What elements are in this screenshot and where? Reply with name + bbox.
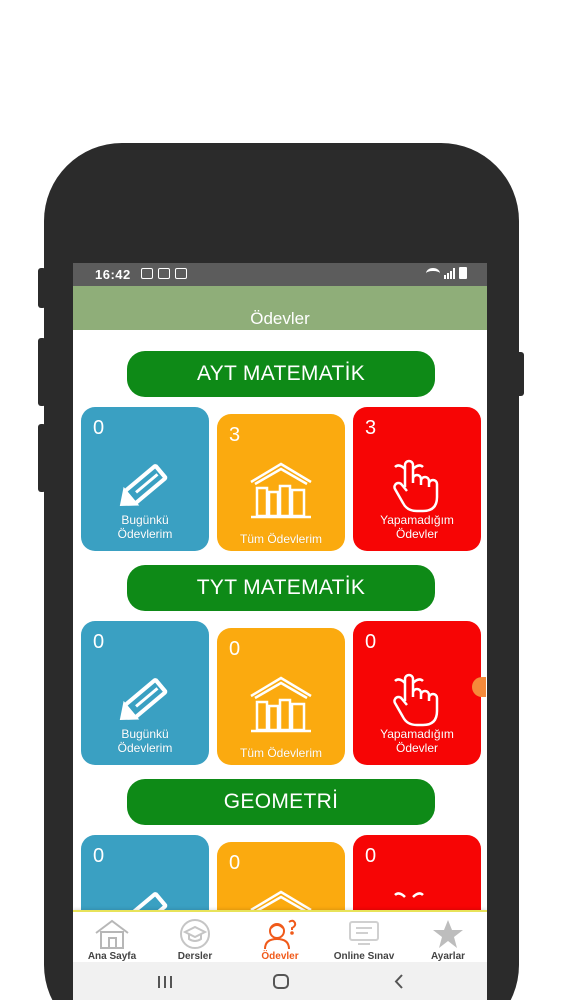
today-homework-tile[interactable]: 0 Bugünkü Ödevlerim (81, 407, 209, 551)
tile-label-line1: Yapamadığım (380, 513, 454, 527)
section-button-ayt[interactable]: AYT MATEMATİK (127, 351, 435, 397)
phone-power-button (516, 352, 524, 396)
app-header: Ödevler (73, 286, 487, 330)
video-notification-icon (175, 268, 187, 279)
nav-label: Ayarlar (430, 951, 466, 962)
tile-label-line1: Bugünkü (121, 727, 169, 741)
phone-screen: 16:42 Ödevler AYT MATEMATİK 0 Bugünkü Öd… (73, 263, 487, 1000)
nav-label: Ana Sayfa (87, 951, 137, 962)
phone-volume-up-button (38, 338, 46, 406)
battery-icon (459, 267, 467, 279)
student-question-icon (264, 919, 297, 950)
all-homework-tile[interactable]: 3 Tüm Ödevlerim (217, 414, 345, 551)
finger-reminder-icon (394, 892, 424, 898)
back-icon[interactable] (369, 962, 429, 1000)
pencil-icon (123, 892, 168, 910)
system-status-icons (426, 267, 467, 279)
floating-edge-handle[interactable] (472, 677, 486, 697)
nav-label: Online Sınav (333, 951, 395, 962)
failed-homework-tile[interactable]: 0 Yapamadığım Ödevler (353, 621, 481, 765)
system-navigation-bar (73, 962, 487, 1000)
failed-homework-tile[interactable]: 0 (353, 835, 481, 910)
status-bar: 16:42 (73, 263, 487, 286)
online-exam-icon (349, 921, 379, 945)
tile-count: 0 (229, 852, 241, 874)
nav-item-ayarlar[interactable]: Ayarlar (409, 912, 487, 964)
all-homework-tile[interactable]: 0 (217, 842, 345, 910)
recent-apps-icon[interactable] (135, 962, 195, 1000)
notification-icons (141, 268, 187, 279)
tile-label-line2: Ödevlerim (117, 741, 173, 755)
section-button-geometri[interactable]: GEOMETRİ (127, 779, 435, 825)
finger-reminder-icon (393, 673, 439, 727)
tile-count: 0 (365, 845, 377, 867)
bottom-navigation: Ana Sayfa Dersler Ödevler Online Sınav A… (73, 910, 487, 962)
page-title: Ödevler (250, 309, 310, 328)
phone-side-button (38, 268, 46, 308)
tile-label-line2: Ödevler (395, 527, 439, 541)
library-icon (250, 676, 312, 733)
image-notification-icon (141, 268, 153, 279)
tile-label-line2: Ödevlerim (117, 527, 173, 541)
tile-count: 0 (93, 417, 105, 439)
home-icon (95, 919, 129, 949)
nav-label: Ödevler (261, 951, 299, 962)
tile-label-line1: Tüm Ödevlerim (239, 532, 322, 546)
tile-label-line1: Tüm Ödevlerim (239, 746, 322, 760)
gallery-notification-icon (158, 268, 170, 279)
tile-count: 0 (365, 631, 377, 653)
tile-count: 0 (93, 845, 105, 867)
tile-label-line1: Bugünkü (121, 513, 169, 527)
nav-item-online-sinav[interactable]: Online Sınav (325, 912, 403, 964)
star-icon (433, 920, 463, 948)
finger-reminder-icon (393, 459, 439, 513)
nav-item-ana-sayfa[interactable]: Ana Sayfa (73, 912, 151, 964)
graduation-cap-icon (180, 919, 210, 949)
tile-label-line1: Yapamadığım (380, 727, 454, 741)
today-homework-tile[interactable]: 0 (81, 835, 209, 910)
signal-icon (444, 268, 455, 279)
pencil-icon (119, 464, 168, 506)
nav-item-odevler[interactable]: Ödevler (241, 912, 319, 964)
homework-content: AYT MATEMATİK 0 Bugünkü Ödevlerim 3 Tüm … (73, 330, 487, 910)
wifi-icon (426, 268, 440, 279)
tile-count: 0 (229, 638, 241, 660)
tile-label-line2: Ödevler (395, 741, 439, 755)
phone-volume-down-button (38, 424, 46, 492)
nav-label: Dersler (177, 951, 213, 962)
tile-count: 0 (93, 631, 105, 653)
home-button-icon[interactable] (251, 962, 311, 1000)
library-icon (250, 462, 312, 519)
pencil-icon (119, 678, 168, 720)
today-homework-tile[interactable]: 0 Bugünkü Ödevlerim (81, 621, 209, 765)
nav-item-dersler[interactable]: Dersler (156, 912, 234, 964)
status-time: 16:42 (95, 267, 131, 282)
tile-count: 3 (365, 417, 377, 439)
failed-homework-tile[interactable]: 3 Yapamadığım Ödevler (353, 407, 481, 551)
section-button-tyt[interactable]: TYT MATEMATİK (127, 565, 435, 611)
all-homework-tile[interactable]: 0 Tüm Ödevlerim (217, 628, 345, 765)
library-icon (250, 890, 312, 910)
tile-count: 3 (229, 424, 241, 446)
